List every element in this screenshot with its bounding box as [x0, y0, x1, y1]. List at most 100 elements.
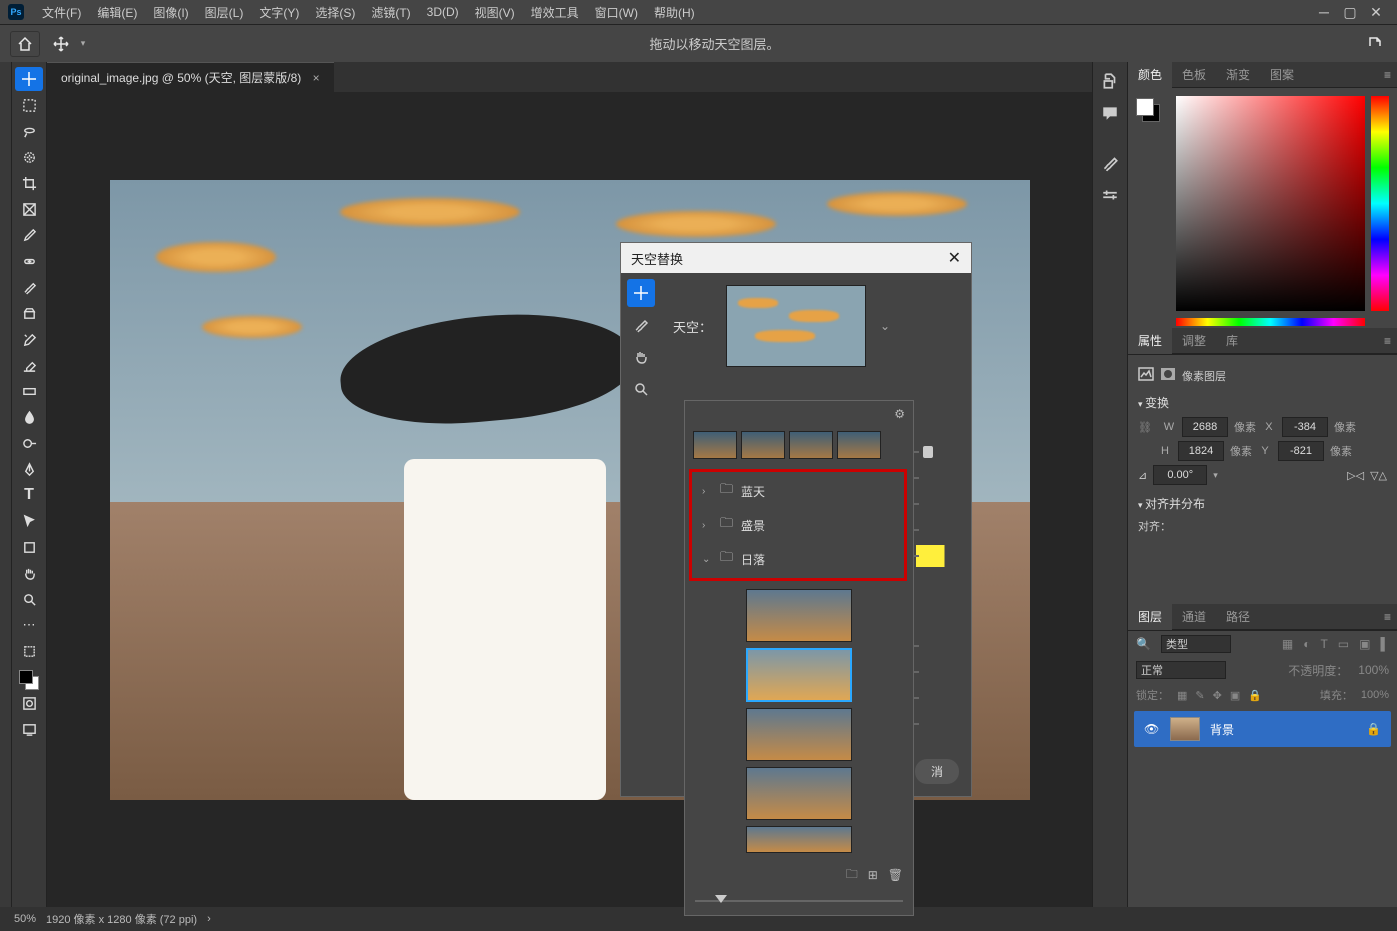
align-section-header[interactable]: 对齐并分布: [1138, 495, 1387, 512]
shape-tool[interactable]: [15, 535, 43, 559]
layer-filter-search-icon[interactable]: 🔍: [1136, 637, 1151, 651]
menu-select[interactable]: 选择(S): [307, 4, 363, 21]
brushes-panel-icon[interactable]: [1097, 150, 1123, 176]
edit-toolbar[interactable]: [15, 639, 43, 663]
window-close-button[interactable]: ✕: [1363, 2, 1389, 22]
share-icon[interactable]: [1367, 34, 1387, 54]
dialog-close-button[interactable]: ✕: [948, 248, 961, 268]
pen-tool[interactable]: [15, 457, 43, 481]
filter-type-icon[interactable]: T: [1320, 637, 1327, 651]
options-dropdown-icon[interactable]: ▾: [72, 33, 94, 55]
lock-pixels-icon[interactable]: ▦: [1177, 689, 1187, 702]
layers-panel-menu-icon[interactable]: ≡: [1378, 610, 1397, 624]
sky-preview-dropdown[interactable]: [726, 285, 866, 367]
color-swatch[interactable]: [19, 670, 39, 690]
eyedropper-tool[interactable]: [15, 223, 43, 247]
menu-image[interactable]: 图像(I): [145, 4, 196, 21]
filter-image-icon[interactable]: ▦: [1282, 637, 1293, 651]
document-tab[interactable]: original_image.jpg @ 50% (天空, 图层蒙版/8) ×: [47, 62, 334, 92]
dialog-zoom-tool[interactable]: [627, 375, 655, 403]
quick-select-tool[interactable]: [15, 145, 43, 169]
tab-color[interactable]: 颜色: [1128, 60, 1172, 89]
crop-tool[interactable]: [15, 171, 43, 195]
screen-mode-tool[interactable]: [15, 717, 43, 741]
layer-row-background[interactable]: 👁 背景 🔒: [1134, 711, 1391, 747]
properties-panel-menu-icon[interactable]: ≡: [1378, 334, 1397, 348]
tab-adjustments[interactable]: 调整: [1172, 326, 1216, 355]
trash-icon[interactable]: 🗑: [888, 868, 903, 882]
visibility-icon[interactable]: 👁: [1144, 722, 1160, 736]
foreground-background-swatch[interactable]: [1136, 98, 1160, 122]
history-panel-icon[interactable]: [1097, 68, 1123, 94]
lock-brush-icon[interactable]: ✎: [1195, 689, 1204, 702]
doc-info[interactable]: 1920 像素 x 1280 像素 (72 ppi): [46, 911, 197, 927]
height-field[interactable]: [1178, 441, 1224, 461]
width-field[interactable]: [1182, 417, 1228, 437]
lasso-tool[interactable]: [15, 119, 43, 143]
window-maximize-button[interactable]: ▢: [1337, 2, 1363, 22]
link-wh-icon[interactable]: ⛓: [1138, 421, 1152, 434]
color-hue-slider[interactable]: [1371, 96, 1389, 311]
chevron-down-icon[interactable]: ⌄: [880, 319, 890, 333]
clone-tool[interactable]: [15, 301, 43, 325]
tab-patterns[interactable]: 图案: [1260, 60, 1304, 89]
blur-tool[interactable]: [15, 405, 43, 429]
menu-plugins[interactable]: 增效工具: [523, 4, 587, 21]
color-spectrum-strip[interactable]: [1176, 318, 1365, 326]
hand-tool[interactable]: [15, 561, 43, 585]
search-icon[interactable]: [1341, 34, 1361, 54]
move-tool[interactable]: [15, 67, 43, 91]
window-minimize-button[interactable]: ─: [1311, 2, 1337, 22]
toolbox-more[interactable]: ⋯: [15, 613, 43, 637]
zoom-tool[interactable]: [15, 587, 43, 611]
sky-thumb-selected[interactable]: [746, 648, 852, 701]
folder-spectacular[interactable]: › 🗀 盛景: [692, 508, 904, 542]
recent-sky-thumb[interactable]: [741, 431, 785, 459]
status-arrow-icon[interactable]: ›: [207, 913, 211, 925]
menu-type[interactable]: 文字(Y): [251, 4, 307, 21]
tab-channels[interactable]: 通道: [1172, 602, 1216, 631]
brush-settings-panel-icon[interactable]: [1097, 182, 1123, 208]
eraser-tool[interactable]: [15, 353, 43, 377]
dialog-brush-tool[interactable]: [627, 311, 655, 339]
recent-sky-thumb[interactable]: [837, 431, 881, 459]
angle-field[interactable]: [1153, 465, 1207, 485]
x-field[interactable]: [1282, 417, 1328, 437]
opacity-value[interactable]: 100%: [1358, 663, 1389, 677]
filter-shape-icon[interactable]: ▭: [1338, 637, 1349, 651]
recent-sky-thumb[interactable]: [693, 431, 737, 459]
type-tool[interactable]: T: [15, 483, 43, 507]
toolbox-expand-handle[interactable]: [0, 62, 12, 907]
flip-v-icon[interactable]: ▽△: [1370, 469, 1387, 482]
tab-gradients[interactable]: 渐变: [1216, 60, 1260, 89]
folder-sunset[interactable]: ⌄ 🗀 日落: [692, 542, 904, 576]
brush-tool[interactable]: [15, 275, 43, 299]
recent-sky-thumb[interactable]: [789, 431, 833, 459]
sky-thumb[interactable]: [746, 589, 852, 642]
comments-panel-icon[interactable]: [1097, 100, 1123, 126]
thumb-size-slider[interactable]: [695, 891, 903, 911]
move-tool-icon[interactable]: [50, 33, 72, 55]
home-button[interactable]: [10, 31, 40, 57]
history-brush-tool[interactable]: [15, 327, 43, 351]
marquee-tool[interactable]: [15, 93, 43, 117]
y-field[interactable]: [1278, 441, 1324, 461]
sky-thumb[interactable]: [746, 767, 852, 820]
frame-tool[interactable]: [15, 197, 43, 221]
gear-icon[interactable]: ⚙: [894, 407, 905, 421]
cancel-button[interactable]: 消: [915, 759, 959, 784]
filter-toggle-icon[interactable]: ▌: [1380, 637, 1389, 651]
lock-position-icon[interactable]: ✥: [1213, 689, 1222, 702]
layer-filter-type[interactable]: [1161, 635, 1231, 653]
tab-paths[interactable]: 路径: [1216, 602, 1260, 631]
menu-file[interactable]: 文件(F): [34, 4, 89, 21]
menu-3d[interactable]: 3D(D): [419, 5, 467, 19]
color-saturation-field[interactable]: [1176, 96, 1365, 311]
healing-tool[interactable]: [15, 249, 43, 273]
flip-h-icon[interactable]: ▷◁: [1347, 469, 1364, 482]
blend-mode-select[interactable]: [1136, 661, 1226, 679]
filter-smart-icon[interactable]: ▣: [1359, 637, 1370, 651]
menu-filter[interactable]: 滤镜(T): [363, 4, 418, 21]
menu-view[interactable]: 视图(V): [467, 4, 523, 21]
transform-section-header[interactable]: 变换: [1138, 394, 1387, 411]
